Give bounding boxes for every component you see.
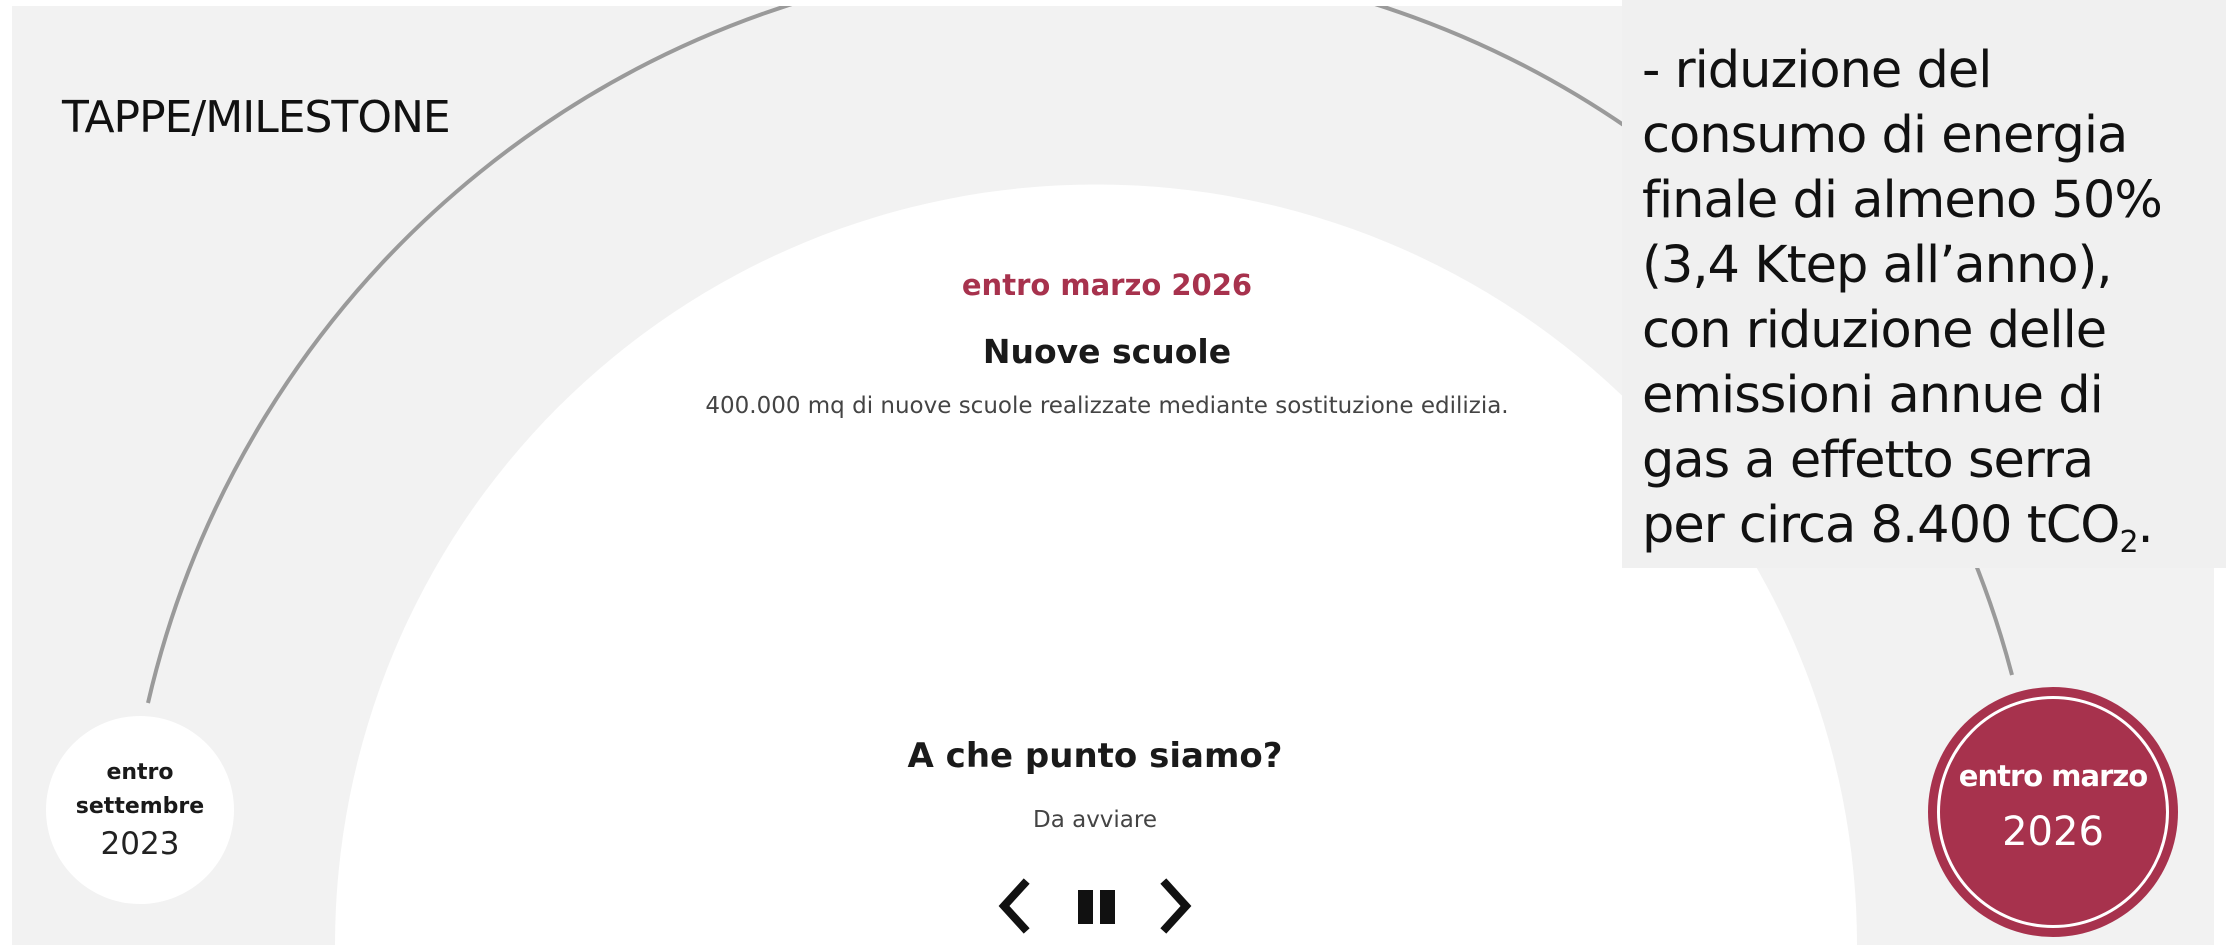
overlay-line: emissioni annue di	[1642, 366, 2104, 425]
timeline-end-node[interactable]: entro marzo 2026	[1928, 687, 2178, 937]
overlay-line: con riduzione delle	[1642, 301, 2107, 360]
pause-button[interactable]	[1073, 876, 1123, 936]
overlay-trailing: .	[2137, 496, 2154, 555]
start-month-line1: entro	[106, 760, 174, 785]
overlay-line: consumo di energia	[1642, 106, 2128, 165]
description-overlay: - riduzione del consumo di energia final…	[1622, 0, 2226, 568]
start-year: 2023	[100, 826, 180, 862]
pause-icon	[1078, 890, 1115, 924]
chevron-right-icon	[1160, 878, 1192, 934]
chevron-left-icon	[998, 878, 1030, 934]
overlay-line: per circa 8.400 tCO	[1642, 496, 2120, 555]
overlay-line: gas a effetto serra	[1642, 431, 2094, 490]
status-value: Da avviare	[1032, 807, 1158, 833]
status-heading: A che punto siamo?	[907, 736, 1283, 776]
next-button[interactable]	[1152, 876, 1202, 936]
overlay-text: - riduzione del consumo di energia final…	[1642, 38, 2222, 558]
timeline-start-node[interactable]: entro settembre 2023	[46, 716, 234, 904]
overlay-line: - riduzione del	[1642, 41, 1992, 100]
prev-button[interactable]	[990, 876, 1040, 936]
section-title: TAPPE/MILESTONE	[62, 92, 451, 143]
end-month: entro marzo	[1958, 759, 2148, 793]
overlay-last-line: per circa 8.400 tCO2.	[1642, 493, 2222, 558]
end-year: 2026	[2002, 809, 2104, 855]
start-month-line2: settembre	[75, 794, 205, 819]
overlay-line: (3,4 Ktep all’anno),	[1642, 236, 2113, 295]
overlay-line: finale di almeno 50%	[1642, 171, 2163, 230]
co2-subscript: 2	[2119, 525, 2138, 560]
